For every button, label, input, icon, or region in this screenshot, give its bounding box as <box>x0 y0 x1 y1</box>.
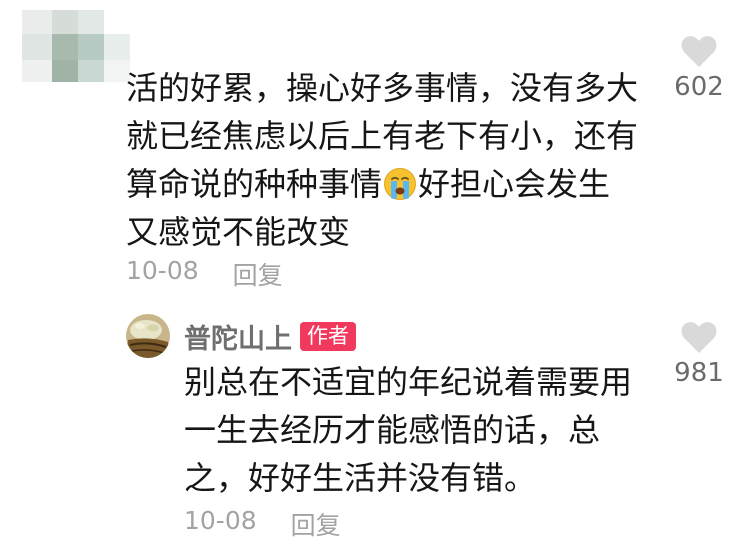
comment-text-line: 别总在不适宜的年纪说着需要用 <box>184 363 633 401</box>
comment-text-line: 好担心会发生 <box>418 165 611 203</box>
like-button[interactable]: 602 <box>664 34 734 102</box>
author-row: 普陀山上 作者 <box>126 314 356 358</box>
comment-date: 10-08 <box>184 506 257 535</box>
reply-button[interactable]: 回复 <box>233 256 283 292</box>
like-count: 981 <box>674 358 724 388</box>
comment-text-line: 又感觉不能改变 <box>126 213 351 251</box>
like-button[interactable]: 981 <box>664 320 734 388</box>
reply-button[interactable]: 回复 <box>291 506 341 542</box>
comment-meta: 10-08 回复 <box>184 506 341 542</box>
avatar[interactable] <box>126 314 170 358</box>
author-badge: 作者 <box>300 321 356 351</box>
heart-outline-icon[interactable] <box>680 34 718 68</box>
avatar[interactable] <box>22 10 130 82</box>
avatar-image <box>126 314 170 358</box>
comment-text-line: 就已经焦虑以后上有老下有小，还有 <box>126 117 639 155</box>
comment-date: 10-08 <box>126 256 199 285</box>
comment-text-line: 算命说的种种事情 <box>126 165 383 203</box>
comment-text-line: 之，好好生活并没有错。 <box>184 459 537 497</box>
comment-text-line: 活的好累，操心好多事情，没有多大 <box>126 69 639 107</box>
like-count: 602 <box>674 72 724 102</box>
comment-text-line: 一生去经历才能感悟的话，总 <box>184 411 601 449</box>
comment-text: 别总在不适宜的年纪说着需要用 一生去经历才能感悟的话，总 之，好好生活并没有错。 <box>184 358 654 502</box>
comment-meta: 10-08 回复 <box>126 256 283 292</box>
author-name[interactable]: 普陀山上 <box>184 317 292 356</box>
comment-text: 活的好累，操心好多事情，没有多大 就已经焦虑以后上有老下有小，还有 算命说的种种… <box>126 64 656 256</box>
heart-outline-icon[interactable] <box>680 320 718 354</box>
loudly-crying-face-icon <box>384 168 417 200</box>
